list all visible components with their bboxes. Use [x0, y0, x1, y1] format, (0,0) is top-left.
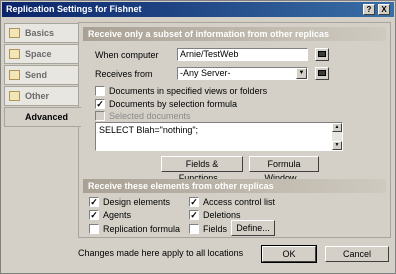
checkbox-label: Access control list	[203, 197, 276, 207]
other-icon	[9, 91, 20, 101]
window-title: Replication Settings for Fishnet	[6, 4, 142, 14]
tab-list: Basics Space Savers Send Other Advanced	[4, 23, 81, 128]
checkbox-label: Agents	[103, 210, 132, 220]
advanced-panel: Receive only a subset of information fro…	[78, 22, 391, 238]
tab-other[interactable]: Other	[4, 86, 79, 106]
checkbox-label: Documents by selection formula	[109, 99, 238, 109]
checkbox-box	[95, 111, 105, 121]
formula-window-button[interactable]: Formula Window...	[249, 156, 319, 183]
fields-functions-button[interactable]: Fields & Functions...	[161, 156, 243, 183]
receives-from-value: -Any Server-	[180, 68, 231, 78]
when-computer-combo[interactable]: Arnie/TestWeb	[177, 48, 308, 61]
tab-label: Send	[25, 70, 48, 80]
receives-from-label: Receives from	[95, 69, 153, 79]
chevron-down-icon[interactable]: ▼	[296, 68, 307, 79]
checkbox-access-control-list[interactable]: ✓ Access control list	[189, 196, 275, 208]
space-savers-icon	[9, 49, 20, 59]
receives-from-picker-button[interactable]	[315, 67, 329, 80]
selection-formula-textarea[interactable]: SELECT Blah="nothing"; ▲ ▼	[95, 122, 343, 151]
checkbox-box[interactable]: ✓	[189, 197, 199, 207]
checkbox-box[interactable]: ✓	[89, 197, 99, 207]
checkbox-box[interactable]: ✓	[189, 210, 199, 220]
section-header-subset: Receive only a subset of information fro…	[83, 27, 386, 41]
when-computer-label: When computer	[95, 50, 159, 60]
title-bar: Replication Settings for Fishnet ? X	[2, 2, 394, 17]
checkbox-design-elements[interactable]: ✓ Design elements	[89, 196, 170, 208]
ok-button[interactable]: OK	[261, 245, 317, 263]
when-computer-value: Arnie/TestWeb	[180, 49, 239, 59]
checkbox-label: Design elements	[103, 197, 171, 207]
checkbox-agents[interactable]: ✓ Agents	[89, 209, 131, 221]
scroll-down-icon[interactable]: ▼	[332, 141, 342, 150]
checkbox-fields[interactable]: Fields	[189, 223, 227, 235]
basics-icon	[9, 28, 20, 38]
formula-text: SELECT Blah="nothing";	[99, 125, 199, 135]
tab-label: Advanced	[25, 112, 69, 122]
checkbox-label: Documents in specified views or folders	[109, 86, 268, 96]
close-button[interactable]: X	[378, 4, 390, 15]
checkbox-label: Selected documents	[109, 111, 191, 121]
checkbox-replication-formula[interactable]: Replication formula	[89, 223, 180, 235]
checkbox-box[interactable]	[95, 86, 105, 96]
send-icon	[9, 70, 20, 80]
section-header-elements: Receive these elements from other replic…	[83, 179, 386, 193]
checkbox-documents-by-formula[interactable]: ✓ Documents by selection formula	[95, 98, 237, 110]
scroll-up-icon[interactable]: ▲	[332, 123, 342, 132]
define-button[interactable]: Define...	[231, 220, 275, 236]
cancel-button[interactable]: Cancel	[325, 246, 389, 262]
checkbox-label: Fields	[203, 224, 228, 234]
tab-advanced[interactable]: Advanced	[4, 107, 81, 127]
tab-send[interactable]: Send	[4, 65, 79, 85]
checkbox-box[interactable]: ✓	[89, 210, 99, 220]
checkbox-selected-documents: Selected documents	[95, 110, 191, 122]
tab-label: Basics	[25, 28, 55, 38]
address-book-icon	[318, 51, 326, 57]
checkbox-box[interactable]	[189, 224, 199, 234]
tab-label: Other	[25, 91, 50, 101]
tab-basics[interactable]: Basics	[4, 23, 79, 43]
checkbox-label: Deletions	[203, 210, 241, 220]
when-computer-picker-button[interactable]	[315, 48, 329, 61]
replication-settings-dialog: Replication Settings for Fishnet ? X Bas…	[0, 0, 396, 274]
address-book-icon	[318, 70, 326, 76]
checkbox-label: Replication formula	[103, 224, 181, 234]
help-button[interactable]: ?	[363, 4, 375, 15]
checkbox-box[interactable]	[89, 224, 99, 234]
checkbox-documents-in-views[interactable]: Documents in specified views or folders	[95, 85, 267, 97]
footer-note: Changes made here apply to all locations	[78, 248, 244, 258]
receives-from-combo[interactable]: -Any Server- ▼	[177, 67, 308, 80]
checkbox-box[interactable]: ✓	[95, 99, 105, 109]
formula-scrollbar[interactable]: ▲ ▼	[332, 123, 342, 150]
tab-space-savers[interactable]: Space Savers	[4, 44, 79, 77]
